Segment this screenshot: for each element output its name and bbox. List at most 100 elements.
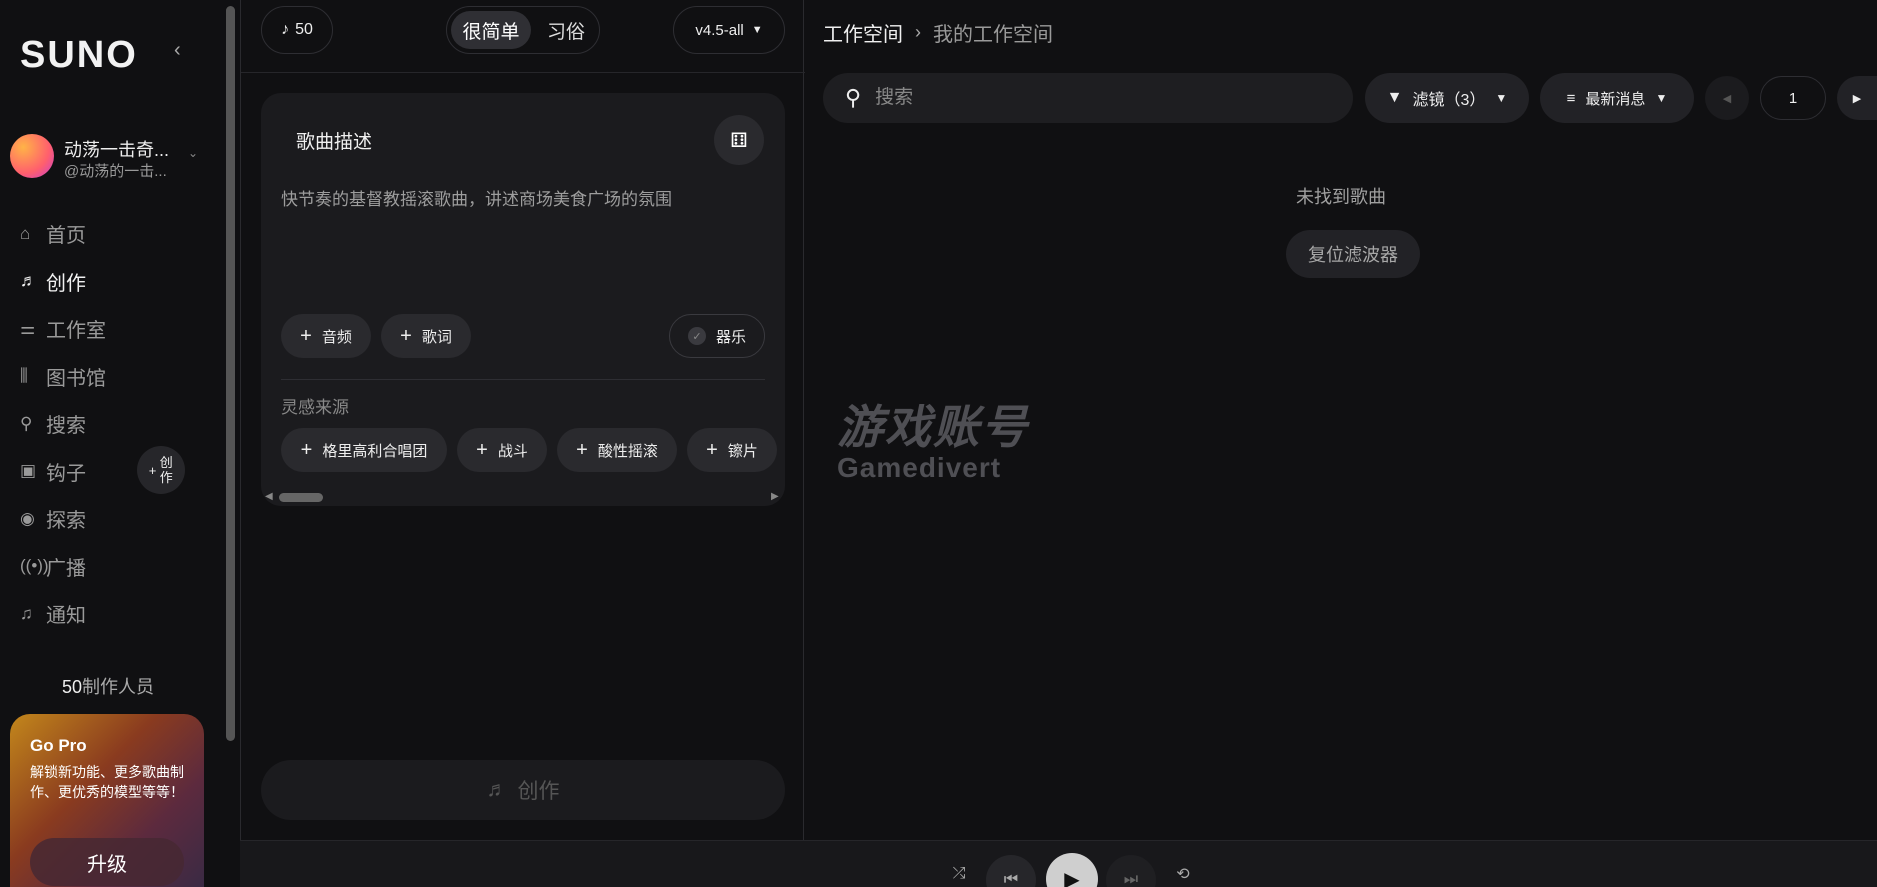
sidebar-item-create[interactable]: ♬ 创作: [20, 258, 210, 306]
sidebar-item-label: 搜索: [46, 415, 86, 438]
credits-badge-value: 50: [295, 21, 313, 38]
mode-toggle: 很简单 习俗: [446, 6, 600, 54]
breadcrumb-root[interactable]: 工作空间: [823, 18, 903, 47]
user-name: 动荡一击奇...: [64, 140, 170, 160]
sidebar-item-library[interactable]: ⫼ 图书馆: [20, 353, 210, 401]
go-pro-card: Go Pro 解锁新功能、更多歌曲制作、更优秀的模型等等！ 升级: [10, 714, 204, 887]
empty-state-text: 未找到歌曲: [1296, 187, 1386, 207]
inspiration-tag[interactable]: + 镲片: [687, 428, 777, 472]
music-note-icon: ♪: [281, 21, 290, 38]
sidebar-item-broadcast[interactable]: ((•)) 广播: [20, 543, 210, 591]
sidebar-item-search[interactable]: ⚲ 搜索: [20, 400, 210, 448]
inspiration-tag[interactable]: + 战斗: [457, 428, 547, 472]
user-menu[interactable]: 动荡一击奇... @动荡的一击... ⌄: [10, 134, 200, 182]
player-bar: ⤮ ⏮ ▶ ⏭ ⟲: [240, 840, 1877, 887]
page-next-button[interactable]: ▶: [1837, 76, 1877, 120]
chevron-right-icon: ›: [915, 22, 921, 42]
page-number-input[interactable]: 1: [1760, 76, 1826, 120]
inspiration-tag-label: 镲片: [727, 442, 758, 460]
search-icon: ⚲: [845, 85, 862, 110]
sidebar-item-label: 钩子: [46, 462, 86, 485]
model-select[interactable]: v4.5-all ▼: [673, 6, 785, 54]
credits-count: 50: [61, 677, 83, 697]
go-pro-title: Go Pro: [30, 736, 87, 755]
library-icon: ⫼: [20, 366, 28, 386]
sidebar-item-label: 首页: [46, 225, 86, 248]
hook-create-button[interactable]: + 创作: [137, 446, 185, 494]
add-audio-button[interactable]: + 音频: [281, 314, 371, 358]
sidebar-item-studio[interactable]: ⚌ 工作室: [20, 305, 210, 353]
sidebar-item-label: 探索: [46, 510, 86, 533]
inspiration-scrollbar[interactable]: ◀ ▶: [261, 490, 785, 506]
plus-icon: +: [148, 462, 157, 478]
sort-button[interactable]: ≡ 最新消息 ▼: [1540, 73, 1694, 123]
sidebar-item-label: 图书馆: [46, 367, 106, 390]
inspiration-tag[interactable]: + 格里高利合唱团: [281, 428, 447, 472]
sidebar-item-label: 创作: [46, 272, 86, 295]
inspiration-tag-label: 格里高利合唱团: [322, 442, 428, 460]
create-panel: ♪ 50 很简单 习俗 v4.5-all ▼ 歌曲描述 ⚅ 快节奏的基督教摇滚歌…: [240, 0, 805, 840]
create-button[interactable]: ♬ 创作: [261, 760, 785, 820]
avatar: [10, 134, 54, 178]
sort-label: 最新消息: [1585, 90, 1646, 108]
filter-label: 滤镜（3）: [1412, 92, 1486, 109]
inspiration-tag-label: 酸性摇滚: [597, 442, 658, 460]
inspiration-tag[interactable]: + 酸性摇滚: [557, 428, 677, 472]
mode-simple-button[interactable]: 很简单: [451, 11, 531, 49]
song-description-label: 歌曲描述: [296, 132, 373, 153]
hook-icon: ▣: [20, 461, 37, 481]
search-bar: ⚲: [823, 73, 1353, 123]
chevron-down-icon: ⌄: [188, 146, 199, 160]
song-description-input[interactable]: 快节奏的基督教摇滚歌曲，讲述商场美食广场的氛围: [281, 185, 761, 210]
sidebar-item-notifications[interactable]: ♫ 通知: [20, 590, 210, 638]
next-track-button[interactable]: ⏭: [1106, 855, 1156, 887]
search-icon: ⚲: [20, 413, 33, 433]
play-button[interactable]: ▶: [1046, 853, 1098, 887]
filter-button[interactable]: ▼ 滤镜（3） ▼: [1365, 73, 1529, 123]
shuffle-icon[interactable]: ⤮: [946, 861, 972, 887]
sidebar-item-label: 广播: [46, 557, 86, 580]
music-create-icon: ♬: [486, 778, 508, 801]
sidebar: SUNO ‹ 动荡一击奇... @动荡的一击... ⌄ ⌂ 首页 ♬ 创作 ⚌ …: [0, 0, 240, 887]
divider: [281, 379, 765, 380]
collapse-sidebar-icon[interactable]: ‹: [174, 40, 194, 60]
search-input[interactable]: [875, 87, 1316, 109]
broadcast-icon: ((•)): [20, 556, 49, 576]
dice-icon[interactable]: ⚅: [714, 115, 764, 165]
suno-logo[interactable]: SUNO: [20, 34, 138, 77]
credits-summary: 50制作人员: [0, 673, 216, 699]
previous-track-button[interactable]: ⏮: [986, 855, 1036, 887]
sidebar-item-explore[interactable]: ◉ 探索: [20, 495, 210, 543]
breadcrumb: 工作空间 › 我的工作空间: [823, 18, 1053, 47]
upgrade-button[interactable]: 升级: [30, 838, 184, 886]
credits-badge[interactable]: ♪ 50: [261, 6, 333, 54]
add-audio-label: 音频: [321, 328, 352, 346]
add-lyrics-button[interactable]: + 歌词: [381, 314, 471, 358]
mode-custom-button[interactable]: 习俗: [535, 11, 597, 49]
repeat-icon[interactable]: ⟲: [1170, 861, 1196, 887]
workspace-panel: 工作空间 › 我的工作空间 ⚲ ▼ 滤镜（3） ▼ ≡ 最新消息 ▼ ◀ 1 ▶…: [805, 0, 1877, 840]
hook-create-label: 创作: [159, 455, 173, 485]
create-topbar: ♪ 50 很简单 习俗 v4.5-all ▼: [241, 0, 805, 73]
sort-icon: ≡: [1566, 89, 1576, 107]
sidebar-item-home[interactable]: ⌂ 首页: [20, 210, 210, 258]
check-icon: ✓: [687, 327, 706, 345]
plus-icon: +: [576, 438, 588, 461]
scrollbar-thumb[interactable]: [279, 493, 323, 502]
reset-filters-button[interactable]: 复位滤波器: [1286, 230, 1420, 278]
sidebar-item-label: 通知: [46, 605, 86, 628]
music-create-icon: ♬: [20, 271, 37, 291]
scroll-right-icon[interactable]: ▶: [771, 491, 779, 502]
watermark-cn: 游戏账号: [837, 401, 1029, 453]
explore-icon: ◉: [20, 508, 35, 528]
go-pro-description: 解锁新功能、更多歌曲制作、更优秀的模型等等！: [30, 764, 184, 800]
breadcrumb-current: 我的工作空间: [933, 24, 1053, 46]
inspiration-label: 灵感来源: [281, 398, 349, 417]
sidebar-scrollbar[interactable]: [226, 6, 235, 741]
plus-icon: +: [300, 438, 313, 461]
page-prev-button[interactable]: ◀: [1705, 76, 1749, 120]
add-lyrics-label: 歌词: [421, 328, 452, 346]
scroll-left-icon[interactable]: ◀: [265, 491, 273, 502]
app-root: SUNO ‹ 动荡一击奇... @动荡的一击... ⌄ ⌂ 首页 ♬ 创作 ⚌ …: [0, 0, 1877, 887]
instrumental-toggle[interactable]: ✓ 器乐: [669, 314, 765, 358]
